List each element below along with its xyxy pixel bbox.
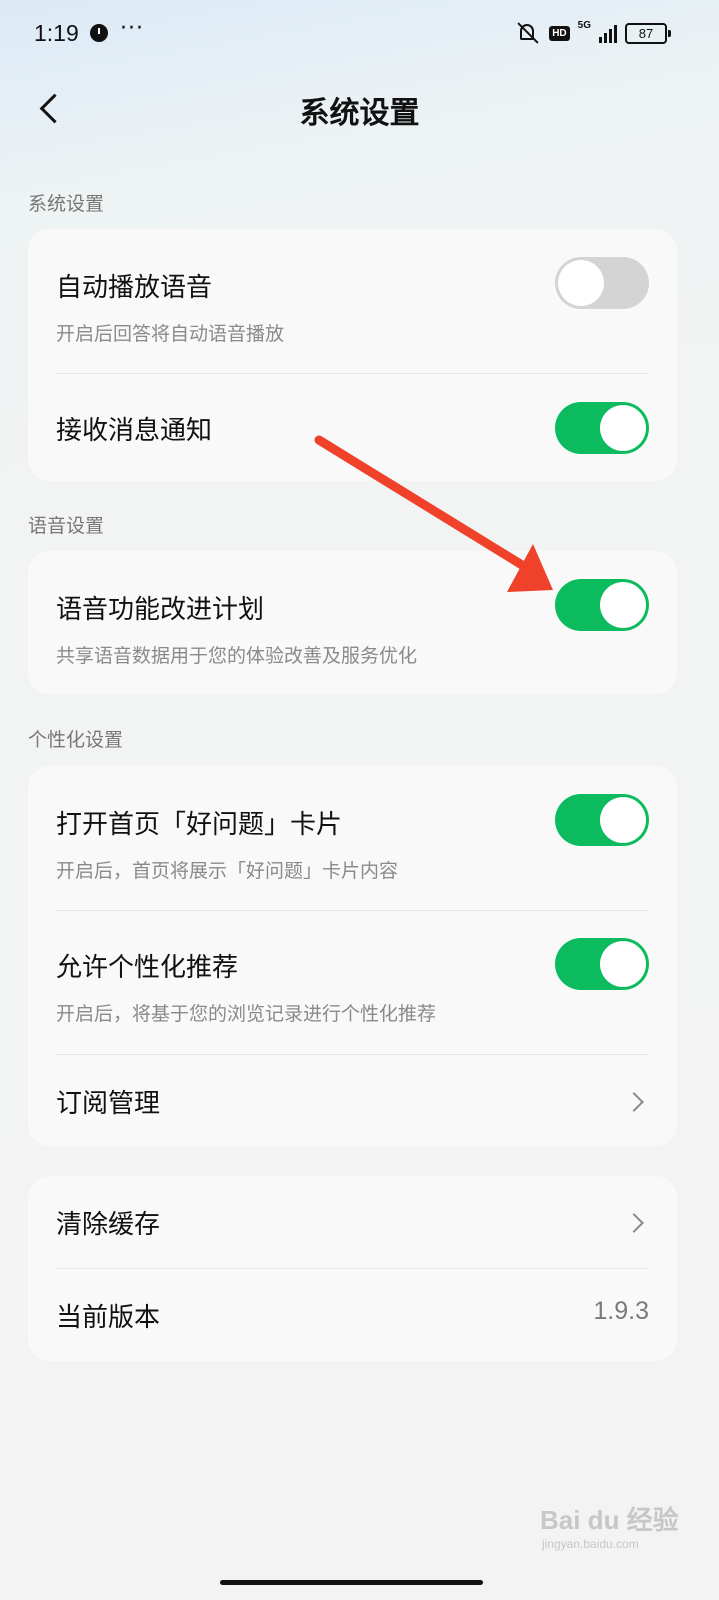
annotation-arrow-shaft: [314, 435, 527, 570]
home-indicator[interactable]: [220, 1580, 483, 1585]
watermark: Bai du 经验 jingyan.baidu.com: [540, 1500, 679, 1551]
annotation-arrow: [314, 435, 553, 592]
watermark-url: jingyan.baidu.com: [542, 1537, 639, 1551]
watermark-brand: Bai du 经验: [540, 1505, 679, 1535]
annotation-arrow-head: [507, 544, 553, 592]
